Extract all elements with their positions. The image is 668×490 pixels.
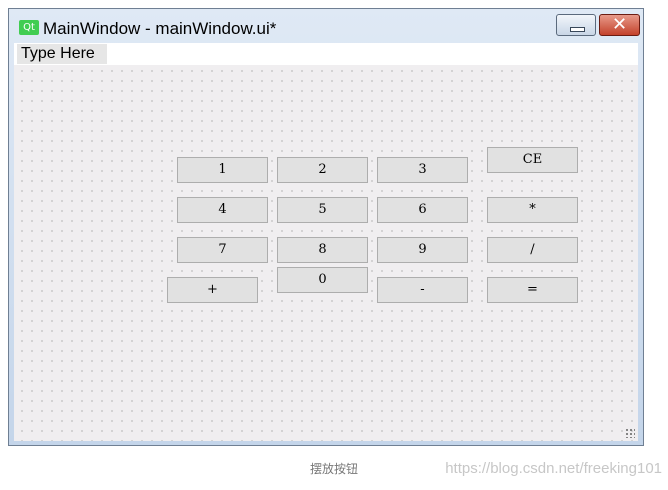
watermark: https://blog.csdn.net/freeking101 — [445, 460, 662, 477]
main-window: Qt MainWindow - mainWindow.ui* ✕ Type He… — [8, 8, 644, 446]
button-7[interactable]: 7 — [177, 237, 268, 263]
button-8[interactable]: 8 — [277, 237, 368, 263]
menu-type-here[interactable]: Type Here — [17, 44, 107, 64]
button-equals[interactable]: = — [487, 277, 578, 303]
close-icon: ✕ — [611, 14, 628, 35]
form-canvas[interactable]: Type Here 1 2 3 CE 4 5 6 * 7 8 9 / + 0 -… — [14, 43, 638, 441]
button-2[interactable]: 2 — [277, 157, 368, 183]
button-5[interactable]: 5 — [277, 197, 368, 223]
close-button[interactable]: ✕ — [599, 14, 640, 36]
resize-grip-icon[interactable] — [625, 428, 635, 438]
button-1[interactable]: 1 — [177, 157, 268, 183]
minimize-button[interactable] — [556, 14, 596, 36]
button-ce[interactable]: CE — [487, 147, 578, 173]
qt-logo-icon: Qt — [19, 20, 39, 35]
button-9[interactable]: 9 — [377, 237, 468, 263]
menu-bar: Type Here — [14, 43, 638, 65]
button-minus[interactable]: - — [377, 277, 468, 303]
button-0[interactable]: 0 — [277, 267, 368, 293]
title-bar[interactable]: Qt MainWindow - mainWindow.ui* ✕ — [9, 9, 643, 43]
button-multiply[interactable]: * — [487, 197, 578, 223]
button-3[interactable]: 3 — [377, 157, 468, 183]
window-title: MainWindow - mainWindow.ui* — [43, 19, 277, 38]
button-6[interactable]: 6 — [377, 197, 468, 223]
button-divide[interactable]: / — [487, 237, 578, 263]
button-plus[interactable]: + — [167, 277, 258, 303]
button-4[interactable]: 4 — [177, 197, 268, 223]
